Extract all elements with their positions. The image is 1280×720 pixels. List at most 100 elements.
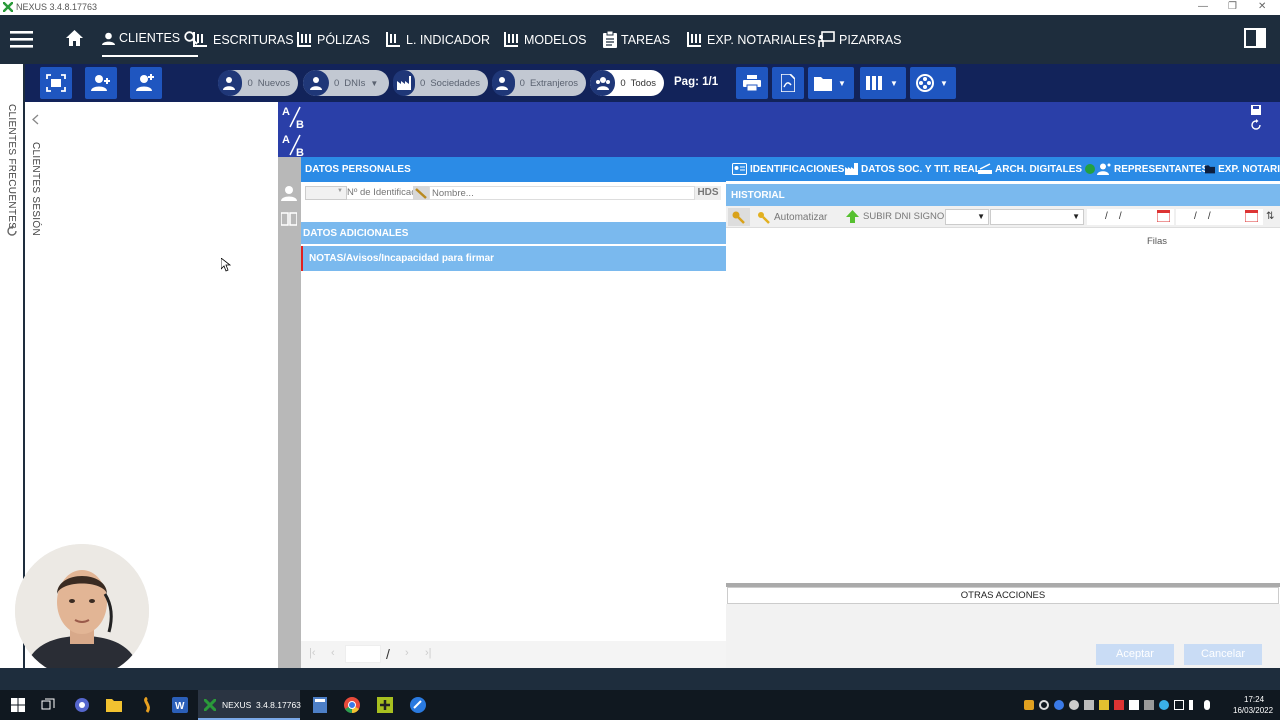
nav-exp-notariales[interactable]: EXP. NOTARIALES (686, 15, 816, 64)
otras-acciones-header[interactable]: OTRAS ACCIONES (727, 587, 1279, 604)
word-icon[interactable]: W (170, 695, 190, 715)
tab-arch-digitales[interactable]: ARCH. DIGITALES (978, 157, 1096, 181)
ab-compare-icon[interactable]: AB (282, 105, 308, 129)
next-page-icon[interactable]: › (405, 647, 409, 659)
tab-representantes[interactable]: REPRESENTANTES (1097, 157, 1208, 181)
person-icon (303, 70, 329, 96)
folder-icon (1205, 165, 1216, 174)
last-page-icon[interactable]: ›| (425, 647, 432, 659)
sort-icon[interactable]: ⇅ (1266, 211, 1274, 222)
hds-button[interactable]: HDS (695, 186, 721, 200)
add-company-button[interactable] (130, 67, 162, 99)
nav-modelos[interactable]: MODELOS (503, 15, 587, 64)
cloud-icon[interactable] (1069, 700, 1079, 710)
nav-clientes[interactable]: CLIENTES (102, 21, 199, 57)
display-icon[interactable] (1084, 700, 1094, 710)
film-reel-icon (916, 74, 934, 92)
filter-extranjeros[interactable]: 0 Extranjeros (492, 70, 586, 96)
calculator-icon[interactable] (310, 695, 330, 715)
ab-compare-icon[interactable]: AB (282, 133, 308, 157)
tab-identificaciones[interactable]: IDENTIFICACIONES (732, 157, 844, 181)
category-select[interactable]: ▼ (990, 209, 1084, 225)
shield-icon[interactable] (1099, 700, 1109, 710)
nav-polizas-label: PÓLIZAS (317, 32, 370, 47)
tab-datos-soc[interactable]: DATOS SOC. Y TIT. REAL (845, 157, 981, 181)
clipboard-icon (603, 31, 617, 48)
refresh-icon[interactable] (1250, 119, 1262, 131)
calendar-icon[interactable] (1157, 210, 1170, 222)
windows-start-icon[interactable] (8, 695, 28, 715)
app-tray-icon[interactable] (1114, 700, 1124, 710)
anchor-icon[interactable] (1024, 700, 1034, 710)
filter-dnis[interactable]: 0 DNIs ▼ (303, 70, 389, 96)
remote-app-icon[interactable] (408, 695, 428, 715)
id-number-input[interactable] (347, 186, 413, 200)
app-settings-icon[interactable] (72, 695, 92, 715)
save-icon[interactable] (1251, 105, 1261, 115)
client-header-bar: AB AB (278, 102, 1280, 157)
home-icon[interactable] (66, 30, 83, 46)
notas-section[interactable]: NOTAS/Avisos/Incapacidad para firmar (301, 246, 726, 271)
settings-button[interactable]: ▼ (910, 67, 956, 99)
columns-button[interactable]: ▼ (860, 67, 906, 99)
aceptar-button[interactable]: Aceptar (1096, 644, 1174, 665)
scan-id-button[interactable] (40, 67, 72, 99)
sync-tray-icon[interactable] (1159, 700, 1169, 710)
add-client-button[interactable] (85, 67, 117, 99)
system-tray (1024, 700, 1210, 710)
tab-exp-notari[interactable]: EXP. NOTARI (1205, 157, 1280, 181)
person-icon[interactable] (281, 185, 297, 201)
storage-icon[interactable] (1144, 700, 1154, 710)
nav-tareas[interactable]: TAREAS (603, 15, 670, 64)
taskbar-nexus-app[interactable]: NEXUS 3.4.8.17763 (198, 690, 301, 720)
pencil-icon[interactable] (413, 186, 429, 200)
ring-icon[interactable] (1039, 700, 1049, 710)
minimize-button[interactable]: — (1198, 1, 1208, 12)
nav-l-indicador[interactable]: L. INDICADOR (385, 15, 490, 64)
export-folder-button[interactable]: ▼ (808, 67, 854, 99)
filter-extranjeros-label: Extranjeros (529, 77, 578, 89)
restore-button[interactable]: ❐ (1228, 1, 1237, 12)
clientes-frecuentes-tab[interactable]: CLIENTES FRECUENTES (6, 104, 17, 229)
chrome-icon[interactable] (342, 695, 362, 715)
volume-icon[interactable] (1189, 700, 1199, 710)
nav-escrituras[interactable]: ESCRITURAS (192, 15, 294, 64)
print-button[interactable] (736, 67, 768, 99)
prev-page-icon[interactable]: ‹ (331, 647, 335, 659)
book-icon[interactable] (281, 212, 297, 226)
add-person-icon (91, 75, 110, 91)
page-input[interactable] (345, 645, 381, 663)
panel-toggle-icon[interactable] (1244, 28, 1266, 48)
microphone-icon[interactable] (1204, 700, 1210, 710)
pdf-button[interactable] (772, 67, 804, 99)
nav-pizarras[interactable]: PIZARRAS (818, 15, 902, 64)
file-explorer-icon[interactable] (104, 695, 124, 715)
grid-tray-icon[interactable] (1129, 700, 1139, 710)
id-type-select[interactable]: ▼ (305, 186, 347, 200)
historial-toolbar: Automatizar SUBIR DNI SIGNO ▼ ▼ / / / / … (726, 206, 1280, 228)
chevron-down-icon: ▼ (977, 212, 985, 221)
clientes-sesion-tab[interactable]: CLIENTES SESIÓN (30, 142, 41, 236)
filter-nuevos[interactable]: 0 Nuevos (218, 70, 298, 96)
cancelar-button[interactable]: Cancelar (1184, 644, 1262, 665)
close-window-button[interactable]: ✕ (1258, 1, 1266, 12)
collapse-arrow-icon[interactable] (32, 114, 39, 125)
calendar-icon[interactable] (1245, 210, 1258, 222)
first-page-icon[interactable]: |‹ (309, 647, 316, 659)
sync-app-icon[interactable] (137, 695, 157, 715)
task-view-icon[interactable] (38, 695, 58, 715)
search-key-icon[interactable] (728, 208, 750, 226)
plus-app-icon[interactable] (375, 695, 395, 715)
nav-polizas[interactable]: PÓLIZAS (296, 15, 370, 64)
datos-adicionales-header[interactable]: DATOS ADICIONALES (301, 222, 726, 244)
subir-dni-button[interactable]: SUBIR DNI SIGNO (846, 210, 944, 223)
network-icon[interactable] (1174, 700, 1184, 710)
automatizar-button[interactable]: Automatizar (756, 210, 827, 224)
refresh-icon[interactable] (6, 225, 18, 237)
bluetooth-icon[interactable] (1054, 700, 1064, 710)
filter-sociedades[interactable]: 0 Sociedades (393, 70, 488, 96)
filter-todos[interactable]: 0 Todos (590, 70, 664, 96)
name-input[interactable] (429, 186, 695, 200)
type-select[interactable]: ▼ (945, 209, 989, 225)
hamburger-menu-icon[interactable] (10, 31, 33, 48)
